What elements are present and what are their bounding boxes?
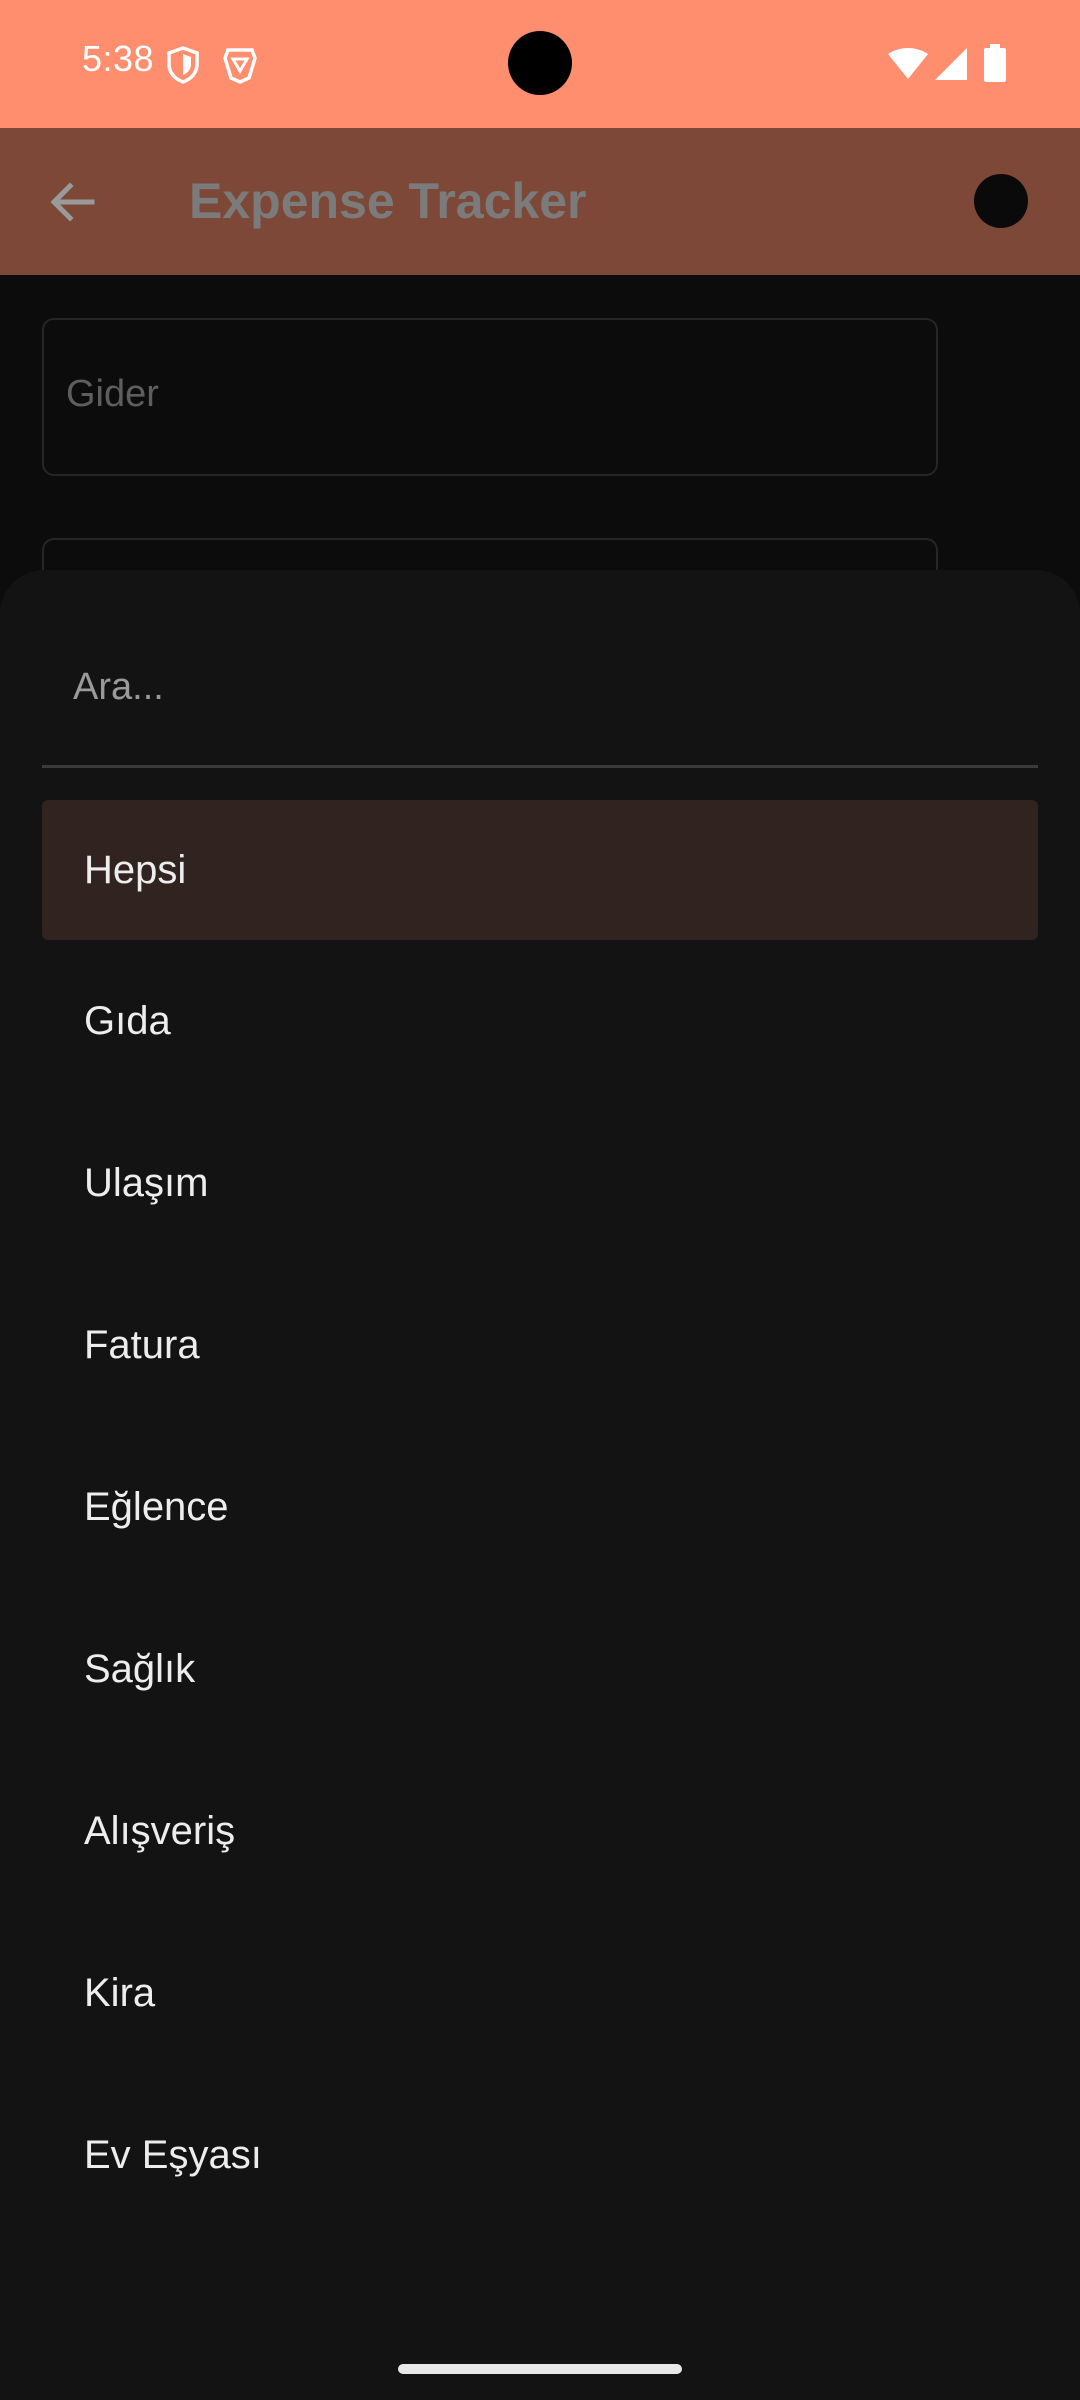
app-title: Expense Tracker: [189, 173, 587, 229]
wifi-icon: [888, 48, 928, 84]
category-picker-sheet: Hepsi Gıda Ulaşım Fatura Eğlence Sağlık …: [0, 570, 1080, 2400]
list-item-alisveris[interactable]: Alışveriş: [42, 1750, 1038, 1912]
list-item-kira[interactable]: Kira: [42, 1912, 1038, 2074]
list-item-ulasim[interactable]: Ulaşım: [42, 1102, 1038, 1264]
app-bar: Expense Tracker: [0, 128, 1080, 275]
battery-icon: [984, 44, 1006, 86]
list-item-fatura[interactable]: Fatura: [42, 1264, 1038, 1426]
list-item-eglence[interactable]: Eğlence: [42, 1426, 1038, 1588]
status-time: 5:38: [82, 38, 155, 79]
home-indicator[interactable]: [398, 2364, 682, 2374]
shield-icon: [166, 46, 200, 88]
list-item-gida[interactable]: Gıda: [42, 940, 1038, 1102]
brave-icon: [222, 46, 258, 88]
profile-avatar[interactable]: [974, 174, 1028, 228]
signal-icon: [935, 48, 967, 84]
list-item-hepsi[interactable]: Hepsi: [42, 800, 1038, 940]
list-item-ev-esyasi[interactable]: Ev Eşyası: [42, 2074, 1038, 2236]
category-list: Hepsi Gıda Ulaşım Fatura Eğlence Sağlık …: [42, 800, 1038, 2236]
search-input[interactable]: [42, 610, 1038, 768]
expense-field[interactable]: Gider: [42, 318, 938, 476]
expense-field-label: Gider: [66, 373, 159, 415]
arrow-back-icon[interactable]: [44, 174, 100, 230]
list-item-saglik[interactable]: Sağlık: [42, 1588, 1038, 1750]
camera-cutout: [508, 31, 572, 95]
status-bar: 5:38: [0, 0, 1080, 128]
